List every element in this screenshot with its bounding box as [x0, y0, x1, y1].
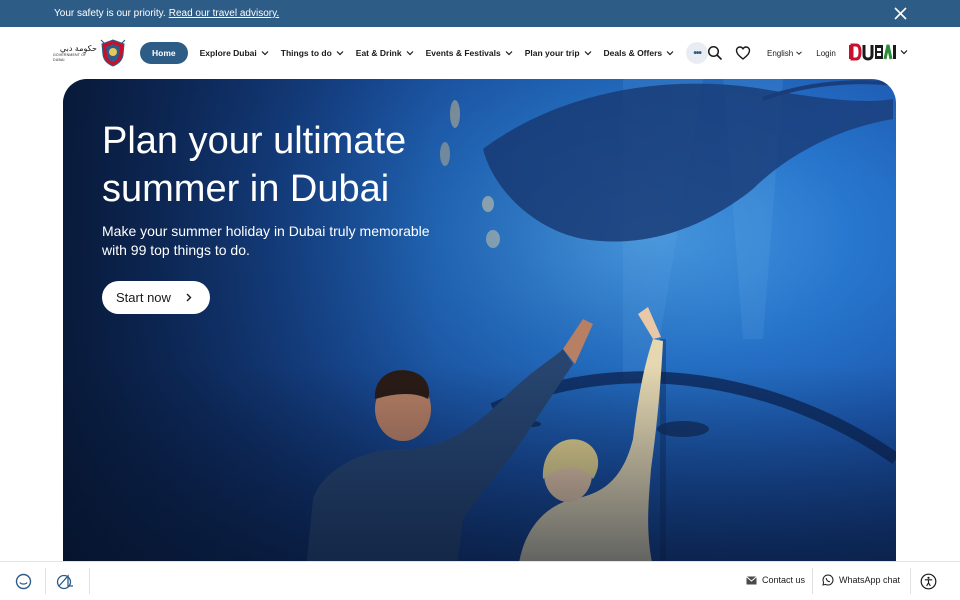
hero-subtitle: Make your summer holiday in Dubai truly … [102, 223, 430, 258]
language-label: English [767, 48, 794, 58]
whatsapp-chat-button[interactable]: WhatsApp chat [822, 574, 900, 586]
divider [910, 568, 911, 594]
chevron-down-icon [406, 51, 414, 56]
chevron-down-icon [584, 51, 591, 56]
nav-item-label: Things to do [280, 48, 332, 58]
government-logo[interactable]: حكومة دبي GOVERNMENT OF DUBAI [53, 38, 127, 68]
advisory-text: Your safety is our priority. [54, 8, 166, 19]
chevron-down-icon [796, 51, 803, 55]
whatsapp-chat-label: WhatsApp chat [839, 575, 901, 585]
divider [89, 568, 90, 594]
brand-switcher[interactable] [848, 43, 908, 61]
start-now-label: Start now [116, 290, 171, 305]
divider [812, 568, 813, 594]
nav-item-label: Plan your trip [524, 48, 580, 58]
nav-item-label: Deals & Offers [603, 48, 663, 58]
nav-item-plan-your-trip[interactable]: Plan your trip [525, 48, 592, 58]
nav-actions: English Login [707, 45, 836, 61]
search-icon[interactable] [707, 45, 723, 61]
whatsapp-icon [822, 574, 834, 586]
mail-icon [746, 575, 757, 584]
main-nav: حكومة دبي GOVERNMENT OF DUBAI Home Explo… [0, 27, 960, 79]
nav-item-label: Events & Festivals [425, 48, 501, 58]
close-icon[interactable] [893, 6, 908, 21]
nav-menu: Home Explore Dubai Things to do Eat & Dr… [140, 41, 709, 65]
nav-item-events-festivals[interactable]: Events & Festivals [426, 48, 513, 58]
chevron-down-icon [900, 50, 908, 55]
nav-item-deals-offers[interactable]: Deals & Offers [604, 48, 675, 58]
dubai-logo [849, 43, 896, 61]
chat-icon[interactable] [15, 573, 32, 590]
language-selector[interactable]: English [767, 48, 803, 58]
nav-item-explore-dubai[interactable]: Explore Dubai [200, 48, 269, 58]
chevron-down-icon [505, 51, 513, 56]
chevron-right-icon [186, 293, 192, 302]
government-logo-arabic: حكومة دبي [59, 43, 97, 53]
login-link[interactable]: Login [816, 49, 836, 58]
nav-item-label: Explore Dubai [199, 48, 257, 58]
chevron-down-icon [261, 51, 269, 56]
nav-item-things-to-do[interactable]: Things to do [281, 48, 344, 58]
government-logo-english: GOVERNMENT OF DUBAI [53, 52, 87, 62]
more-icon[interactable]: ••• [686, 42, 709, 64]
nav-item-label: Eat & Drink [355, 48, 402, 58]
hero-banner: Plan your ultimate summer in Dubai Make … [63, 79, 896, 600]
contact-us-label: Contact us [762, 575, 806, 585]
chevron-down-icon [336, 51, 344, 56]
advisory-link[interactable]: Read our travel advisory. [169, 8, 279, 19]
chevron-down-icon [666, 51, 674, 56]
advisory-banner: Your safety is our priority. Read our tr… [0, 0, 960, 27]
bottom-bar: Contact us WhatsApp chat [0, 561, 960, 600]
divider [45, 568, 46, 594]
contact-us-button[interactable]: Contact us [746, 575, 805, 585]
nav-item-eat-drink[interactable]: Eat & Drink [356, 48, 414, 58]
emblem-icon [100, 39, 126, 67]
start-now-button[interactable]: Start now [102, 281, 210, 314]
heart-icon[interactable] [735, 45, 751, 61]
accessibility-icon[interactable] [920, 573, 937, 590]
hero-title: Plan your ultimate summer in Dubai [102, 120, 407, 210]
assistant-icon[interactable] [55, 573, 75, 590]
page: Your safety is our priority. Read our tr… [0, 0, 960, 600]
government-logo-text: حكومة دبي GOVERNMENT OF DUBAI [53, 44, 97, 63]
nav-item-home[interactable]: Home [140, 42, 188, 64]
